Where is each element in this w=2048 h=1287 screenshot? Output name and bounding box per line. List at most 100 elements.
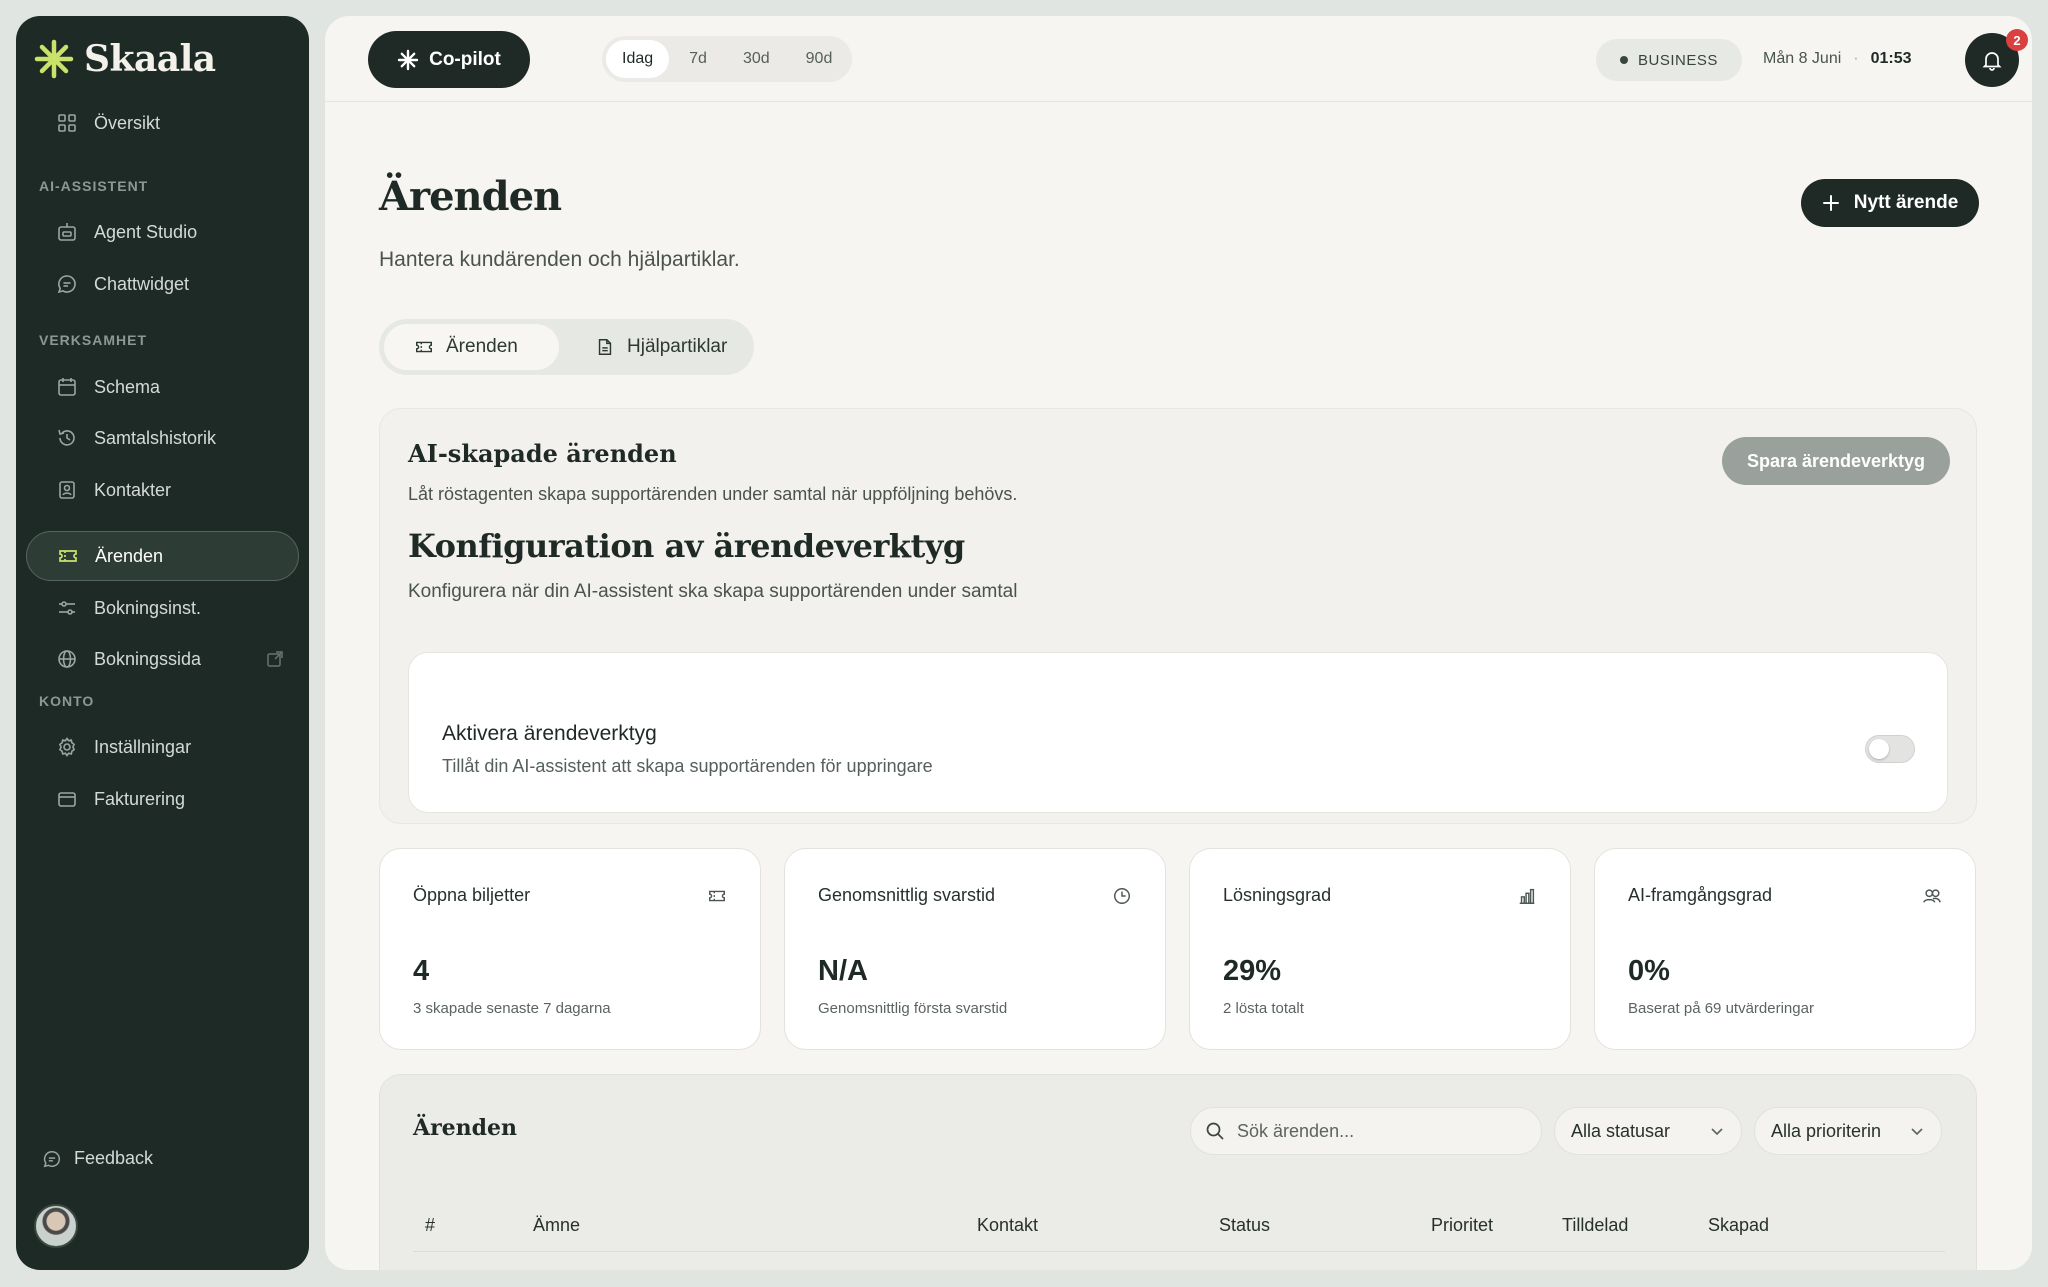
stat-label: Genomsnittlig svarstid bbox=[818, 885, 996, 905]
page-subtitle: Hantera kundärenden och hjälpartiklar. bbox=[379, 248, 740, 271]
sidebar-item-overview[interactable]: Översikt bbox=[26, 98, 299, 148]
stat-label: AI-framgångsgrad bbox=[1628, 885, 1773, 905]
sidebar-item-label: Bokningsinst. bbox=[94, 597, 202, 618]
chevron-down-icon bbox=[1911, 1128, 1923, 1136]
stat-note: 3 skapade senaste 7 dagarna bbox=[413, 1000, 611, 1017]
asterisk-icon bbox=[397, 49, 419, 70]
feedback-label: Feedback bbox=[74, 1148, 154, 1168]
toggle-description: Tillåt din AI-assistent att skapa suppor… bbox=[442, 756, 933, 776]
stat-value: 4 bbox=[413, 955, 430, 987]
main-panel: Co-pilot Idag 7d 30d 90d BUSINESS Mån 8 … bbox=[325, 16, 2032, 1270]
config-subtitle: Låt röstagenten skapa supportärenden und… bbox=[408, 484, 1018, 504]
brand-logo[interactable]: Skaala bbox=[34, 38, 216, 80]
stat-value: N/A bbox=[818, 955, 868, 987]
sidebar-item-schedule[interactable]: Schema bbox=[26, 362, 299, 412]
config-title: AI-skapade ärenden bbox=[408, 439, 677, 468]
ticket-icon bbox=[709, 890, 725, 902]
tab-help-articles[interactable]: Hjälpartiklar bbox=[565, 324, 749, 370]
column-header-number[interactable]: # bbox=[425, 1215, 435, 1236]
date-separator: · bbox=[1853, 50, 1859, 67]
calendar-icon bbox=[56, 376, 78, 398]
robot-icon bbox=[56, 221, 78, 243]
bell-icon bbox=[1982, 52, 2002, 71]
gear-icon bbox=[56, 736, 78, 758]
range-90d[interactable]: 90d bbox=[790, 40, 849, 78]
enable-ticket-tool-toggle[interactable] bbox=[1865, 735, 1915, 763]
priority-filter-value: Alla prioriterin bbox=[1771, 1120, 1882, 1141]
priority-filter-select[interactable]: Alla prioriterin bbox=[1754, 1107, 1942, 1155]
stat-card-avg-response: Genomsnittlig svarstid N/A Genomsnittlig… bbox=[784, 848, 1166, 1050]
chevron-down-icon bbox=[1711, 1128, 1723, 1136]
clock-icon bbox=[1114, 888, 1130, 904]
date-time: Mån 8 Juni · 01:53 bbox=[1763, 50, 1912, 68]
column-header-status[interactable]: Status bbox=[1219, 1215, 1270, 1236]
config-heading: Konfiguration av ärendeverktyg bbox=[408, 527, 965, 565]
sidebar-item-label: Schema bbox=[94, 376, 161, 397]
stat-label: Lösningsgrad bbox=[1223, 885, 1332, 905]
stat-note: Genomsnittlig första svarstid bbox=[818, 1000, 1008, 1017]
column-header-assigned[interactable]: Tilldelad bbox=[1562, 1215, 1628, 1236]
range-today[interactable]: Idag bbox=[606, 40, 670, 78]
plus-icon bbox=[1822, 195, 1839, 211]
copilot-label: Co-pilot bbox=[429, 48, 501, 70]
stat-note: Baserat på 69 utvärderingar bbox=[1628, 1000, 1814, 1017]
range-7d[interactable]: 7d bbox=[673, 40, 723, 78]
chat-bubble-icon bbox=[56, 273, 78, 295]
enable-ticket-tool-row: Aktivera ärendeverktyg Tillåt din AI-ass… bbox=[408, 652, 1948, 813]
stat-label: Öppna biljetter bbox=[413, 885, 531, 905]
globe-icon bbox=[56, 648, 78, 670]
sidebar-item-settings[interactable]: Inställningar bbox=[26, 722, 299, 772]
section-label-business: VERKSAMHET bbox=[39, 332, 148, 348]
status-filter-select[interactable]: Alla statusar bbox=[1554, 1107, 1742, 1155]
feedback-link[interactable]: Feedback bbox=[42, 1148, 153, 1169]
column-header-subject[interactable]: Ämne bbox=[533, 1215, 580, 1236]
stat-card-ai-success-rate: AI-framgångsgrad 0% Baserat på 69 utvärd… bbox=[1594, 848, 1976, 1050]
stat-value: 0% bbox=[1628, 955, 1670, 987]
tab-tickets[interactable]: Ärenden bbox=[384, 324, 559, 370]
column-header-contact[interactable]: Kontakt bbox=[977, 1215, 1038, 1236]
user-avatar[interactable] bbox=[34, 1204, 78, 1248]
asterisk-logo-icon bbox=[34, 39, 74, 79]
new-ticket-button[interactable]: Nytt ärende bbox=[1801, 179, 1979, 227]
sidebar-item-label: Chattwidget bbox=[94, 273, 190, 294]
search-icon bbox=[1206, 1122, 1224, 1140]
tab-label: Ärenden bbox=[446, 336, 518, 357]
notification-count-badge: 2 bbox=[2006, 29, 2028, 51]
toggle-title: Aktivera ärendeverktyg bbox=[442, 722, 657, 745]
sidebar-item-call-history[interactable]: Samtalshistorik bbox=[26, 413, 299, 463]
wallet-icon bbox=[56, 788, 78, 810]
search-input[interactable] bbox=[1237, 1120, 1517, 1142]
users-icon bbox=[1923, 889, 1941, 903]
ticket-tool-config-card: AI-skapade ärenden Låt röstagenten skapa… bbox=[379, 408, 1977, 824]
sidebar-item-contacts[interactable]: Kontakter bbox=[26, 465, 299, 515]
sidebar-item-billing[interactable]: Fakturering bbox=[26, 774, 299, 824]
search-box bbox=[1190, 1107, 1542, 1155]
external-link-icon bbox=[267, 651, 283, 667]
stat-card-open-tickets: Öppna biljetter 4 3 skapade senaste 7 da… bbox=[379, 848, 761, 1050]
sidebar-item-agent-studio[interactable]: Agent Studio bbox=[26, 207, 299, 257]
feedback-icon bbox=[43, 1150, 61, 1167]
column-header-priority[interactable]: Prioritet bbox=[1431, 1215, 1493, 1236]
current-date: Mån 8 Juni bbox=[1763, 50, 1842, 67]
section-label-account: KONTO bbox=[39, 693, 95, 709]
copilot-button[interactable]: Co-pilot bbox=[368, 31, 530, 88]
sidebar-item-booking-page[interactable]: Bokningssida bbox=[26, 634, 299, 684]
date-range-selector: Idag 7d 30d 90d bbox=[602, 36, 853, 82]
current-time: 01:53 bbox=[1870, 50, 1912, 67]
sidebar-item-tickets[interactable]: Ärenden bbox=[26, 531, 299, 581]
sidebar-item-label: Bokningssida bbox=[94, 648, 202, 669]
range-30d[interactable]: 30d bbox=[727, 40, 786, 78]
sidebar-item-label: Fakturering bbox=[94, 788, 186, 809]
contact-book-icon bbox=[56, 479, 78, 501]
sidebar-item-booking-settings[interactable]: Bokningsinst. bbox=[26, 583, 299, 633]
sidebar-item-chat-widget[interactable]: Chattwidget bbox=[26, 259, 299, 309]
status-filter-value: Alla statusar bbox=[1571, 1120, 1671, 1141]
sidebar-item-label: Inställningar bbox=[94, 736, 192, 757]
table-title: Ärenden bbox=[413, 1115, 518, 1141]
column-header-created[interactable]: Skapad bbox=[1708, 1215, 1769, 1236]
new-ticket-label: Nytt ärende bbox=[1853, 192, 1959, 213]
ticket-icon bbox=[416, 341, 432, 353]
sidebar: Skaala Översikt AI-ASSISTENT Agent Studi… bbox=[16, 16, 309, 1270]
plan-label: BUSINESS bbox=[1638, 51, 1718, 69]
save-ticket-tool-button[interactable]: Spara ärendeverktyg bbox=[1722, 437, 1950, 485]
